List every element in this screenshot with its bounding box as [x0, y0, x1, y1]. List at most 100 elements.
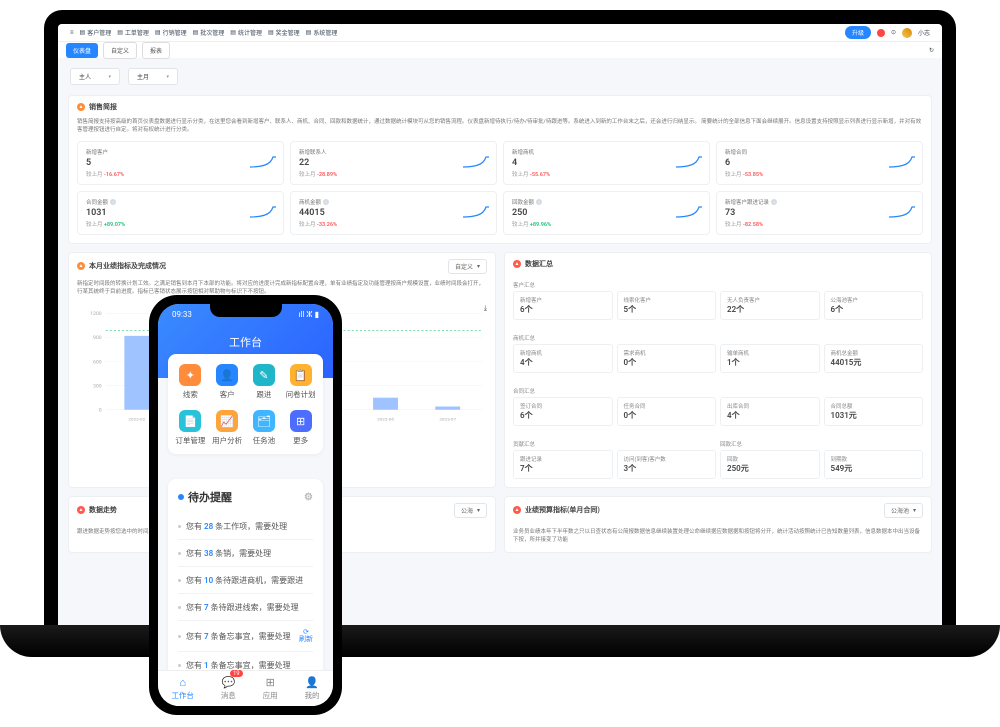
refresh-icon[interactable]: ⟳刷新: [299, 629, 313, 644]
info-icon[interactable]: ?: [323, 199, 329, 205]
avatar[interactable]: [902, 28, 912, 38]
app-icon: 📈: [216, 410, 238, 432]
filter-owner-select[interactable]: 主人▾: [70, 68, 120, 85]
tab-我的[interactable]: 👤我的: [305, 676, 320, 701]
budget-panel: ▲业绩预算指标(单月合同) 公海池 ▾ 业务员业绩本年下半年数之只以日查状态有公…: [504, 496, 932, 554]
summary-cell[interactable]: 任务合同0个: [617, 397, 717, 426]
kpi-card[interactable]: 商机金额? 44015 较上月 -33.26%: [290, 191, 497, 235]
kpi-card[interactable]: 合同金额? 1031 较上月 +89.07%: [77, 191, 284, 235]
summary-cell[interactable]: 商机总金额44015元: [824, 344, 924, 373]
sparkline-icon: [888, 155, 916, 171]
summary-cell[interactable]: 输单商机1个: [720, 344, 820, 373]
flame-icon: ▲: [77, 262, 85, 270]
budget-period-select[interactable]: 公海池 ▾: [884, 503, 923, 518]
flame-icon: ▲: [513, 506, 521, 514]
kpi-card[interactable]: 新增客户跟进记录? 73 较上月 -82.58%: [716, 191, 923, 235]
toolbar-report-button[interactable]: 报表: [142, 42, 170, 59]
app-icon-客户[interactable]: 👤客户: [209, 364, 246, 400]
sparkline-icon: [462, 155, 490, 171]
summary-cell[interactable]: 公海池客户6个: [824, 291, 924, 320]
app-icon-任务池[interactable]: 🗂任务池: [246, 410, 283, 446]
time-label: 09:33: [172, 310, 192, 319]
sparkline-icon: [888, 205, 916, 221]
kpi-card[interactable]: 新增商机 4 较上月 -55.67%: [503, 141, 710, 185]
todo-title: 待办提醒: [188, 489, 232, 505]
trend-period-select[interactable]: 公海 ▾: [454, 503, 487, 518]
sparkline-icon: [462, 205, 490, 221]
download-icon[interactable]: ⤓: [484, 304, 487, 313]
toolbar-dashboard-button[interactable]: 仪表盘: [66, 43, 98, 58]
nav-item[interactable]: ▤ 批次管理: [193, 28, 225, 37]
kpi-card[interactable]: 新增客户 5 较上月 -16.67%: [77, 141, 284, 185]
goal-title: 本月业绩指标及完成情况: [89, 261, 166, 271]
summary-cell[interactable]: 出库合同4个: [720, 397, 820, 426]
flame-icon: ▲: [77, 103, 85, 111]
toolbar-custom-button[interactable]: 自定义: [103, 42, 137, 59]
summary-cell[interactable]: 新增客户6个: [513, 291, 613, 320]
info-icon[interactable]: ?: [771, 199, 777, 205]
app-icon: 🗂: [253, 410, 275, 432]
summary-cell[interactable]: 跟进记录7个: [513, 450, 613, 479]
upgrade-pill[interactable]: 升级: [845, 26, 871, 39]
app-grid-card: ✦线索👤客户✎跟进📋问卷计划 📄订单管理📈用户分析🗂任务池⊞更多: [168, 354, 323, 454]
svg-text:2023-02: 2023-02: [128, 418, 145, 423]
summary-cell[interactable]: 到期款549元: [824, 450, 924, 479]
trend-title: 数据走势: [89, 505, 117, 515]
notch: [210, 304, 282, 317]
kpi-card[interactable]: 新增联系人 22 较上月 -28.89%: [290, 141, 497, 185]
info-icon[interactable]: ?: [110, 199, 116, 205]
burger-icon[interactable]: ≡: [70, 29, 74, 36]
svg-text:900: 900: [93, 336, 102, 342]
svg-text:1200: 1200: [90, 311, 102, 317]
summary-cell[interactable]: 线索化客户5个: [617, 291, 717, 320]
nav-item[interactable]: ▤ 奖金管理: [268, 28, 300, 37]
summary-cell[interactable]: 新增商机4个: [513, 344, 613, 373]
tab-消息[interactable]: 💬19消息: [221, 676, 236, 701]
filter-row: 主人▾ 主月▾: [58, 58, 942, 95]
filter-period-select[interactable]: 主月▾: [128, 68, 178, 85]
gear-icon[interactable]: ⚙: [304, 492, 313, 503]
nav-item[interactable]: ▤ 客户管理: [80, 28, 112, 37]
app-icon-用户分析[interactable]: 📈用户分析: [209, 410, 246, 446]
summary-title: 数据汇总: [525, 259, 553, 269]
goal-period-select[interactable]: 自定义▾: [448, 259, 487, 274]
summary-cell[interactable]: 签订合同6个: [513, 397, 613, 426]
sparkline-icon: [675, 155, 703, 171]
kpi-card[interactable]: 新增合同 6 较上月 -53.85%: [716, 141, 923, 185]
notification-badge[interactable]: [877, 29, 885, 37]
todo-item[interactable]: 您有 28 条工作项，需要处理: [178, 513, 313, 539]
nav-item[interactable]: ▤ 行销管理: [155, 28, 187, 37]
summary-cell[interactable]: 无人负责客户22个: [720, 291, 820, 320]
nav-item[interactable]: ▤ 统计管理: [230, 28, 262, 37]
info-icon[interactable]: ?: [536, 199, 542, 205]
app-icon-更多[interactable]: ⊞更多: [282, 410, 319, 446]
phone-header-title: 工作台: [229, 336, 262, 349]
flame-icon: ▲: [513, 260, 521, 268]
app-icon-问卷计划[interactable]: 📋问卷计划: [282, 364, 319, 400]
summary-cell[interactable]: 访问(到客)客户数3个: [617, 450, 717, 479]
todo-item[interactable]: 您有 7 条待跟进线索，需要处理: [178, 593, 313, 620]
todo-item[interactable]: 您有 38 条销，需要处理: [178, 539, 313, 566]
sparkline-icon: [249, 155, 277, 171]
svg-text:300: 300: [93, 384, 102, 390]
todo-item[interactable]: 您有 7 条备忘事宜，需要处理⟳刷新: [178, 620, 313, 651]
sparkline-icon: [249, 205, 277, 221]
qsearch-icon[interactable]: ⊙: [891, 29, 896, 36]
summary-cell[interactable]: 回款250元: [720, 450, 820, 479]
tab-工作台[interactable]: ⌂工作台: [171, 676, 194, 701]
brief-desc: 销售简报支持按高级的首页仪表盘数据进行显示分类，在这里您会看到新增客户、联系人、…: [69, 118, 931, 141]
app-icon-订单管理[interactable]: 📄订单管理: [172, 410, 209, 446]
todo-item[interactable]: 您有 10 条待跟进商机，需要跟进: [178, 566, 313, 593]
phone-frame: 09:33 ıll ⵣ ▮ 工作台 ✦线索👤客户✎跟进📋问卷计划 📄订单管理📈用户…: [149, 295, 342, 715]
app-icon-线索[interactable]: ✦线索: [172, 364, 209, 400]
signal-icon: ıll ⵣ ▮: [298, 310, 319, 319]
kpi-card[interactable]: 回款金额? 250 较上月 +89.96%: [503, 191, 710, 235]
tab-应用[interactable]: ⊞应用: [263, 676, 278, 701]
nav-item[interactable]: ▤ 工单管理: [117, 28, 149, 37]
summary-cell[interactable]: 需求商机0个: [617, 344, 717, 373]
tab-bar: ⌂工作台 💬19消息 ⊞应用 👤我的: [158, 670, 333, 706]
app-icon-跟进[interactable]: ✎跟进: [246, 364, 283, 400]
summary-cell[interactable]: 合同总额1031元: [824, 397, 924, 426]
refresh-icon[interactable]: ↻: [929, 47, 934, 54]
nav-item[interactable]: ▤ 系统管理: [306, 28, 338, 37]
